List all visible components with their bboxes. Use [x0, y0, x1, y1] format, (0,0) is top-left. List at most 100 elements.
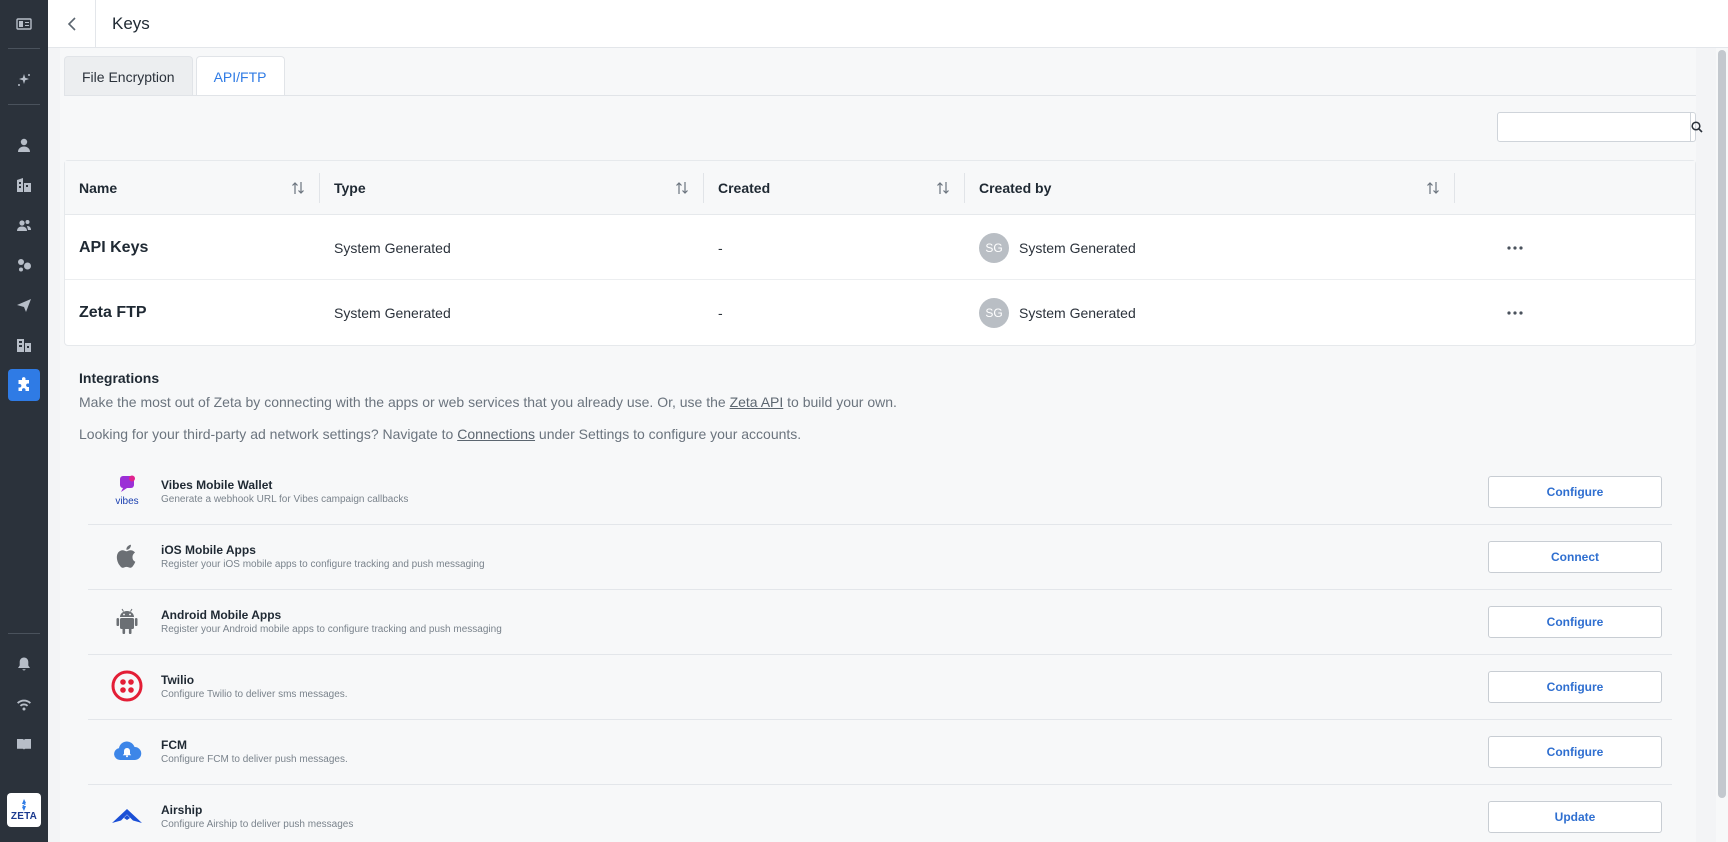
- key-created: -: [718, 239, 723, 256]
- column-header-created-by[interactable]: Created by: [979, 161, 1051, 215]
- avatar: SG: [979, 232, 1009, 263]
- sidebar-divider: [8, 633, 40, 634]
- connections-link[interactable]: Connections: [457, 426, 535, 442]
- integrations-description: Make the most out of Zeta by connecting …: [79, 394, 897, 410]
- integration-name: Airship: [161, 803, 203, 817]
- row-actions-button[interactable]: [1507, 215, 1523, 280]
- sidebar-divider: [8, 48, 40, 49]
- more-horizontal-icon: [1507, 245, 1523, 250]
- description-text: Make the most out of Zeta by connecting …: [79, 394, 730, 410]
- column-header-name[interactable]: Name: [79, 161, 117, 215]
- column-divider: [319, 173, 320, 203]
- sparkle-icon[interactable]: [8, 64, 40, 96]
- integration-name: Android Mobile Apps: [161, 608, 282, 622]
- search-input[interactable]: [1498, 113, 1690, 141]
- android-icon: [110, 604, 144, 638]
- zeta-logo-mark-icon: [22, 798, 26, 811]
- column-divider: [1454, 173, 1455, 203]
- integration-name: Vibes Mobile Wallet: [161, 478, 273, 492]
- zeta-logo-text: ZETA: [10, 810, 38, 822]
- sidebar-divider: [8, 104, 40, 105]
- integration-description: Configure FCM to deliver push messages.: [161, 754, 348, 765]
- ad-network-description: Looking for your third-party ad network …: [79, 426, 801, 442]
- key-created-by: SG System Generated: [979, 215, 1136, 280]
- page-header: Keys: [48, 0, 1728, 48]
- created-by-name: System Generated: [1019, 239, 1136, 256]
- integration-description: Register your Android mobile apps to con…: [161, 624, 502, 635]
- main-content: File Encryption API/FTP Name Type Create…: [60, 48, 1703, 842]
- building-icon[interactable]: [8, 169, 40, 201]
- integration-item-fcm: FCM Configure FCM to deliver push messag…: [88, 720, 1672, 785]
- key-type: System Generated: [334, 239, 451, 256]
- key-name[interactable]: API Keys: [79, 215, 148, 280]
- airship-icon: [110, 799, 144, 833]
- integration-name: iOS Mobile Apps: [161, 543, 256, 557]
- table-row[interactable]: API Keys System Generated - SG System Ge…: [65, 215, 1695, 280]
- column-header-type[interactable]: Type: [334, 161, 366, 215]
- sidebar: ZETA: [0, 0, 48, 842]
- apple-icon: [110, 539, 144, 573]
- audience-icon[interactable]: [8, 209, 40, 241]
- puzzle-icon[interactable]: [8, 369, 40, 401]
- table-header: Name Type Created Created by: [65, 161, 1695, 215]
- back-button[interactable]: [48, 0, 96, 48]
- integration-item-vibes: vibes Vibes Mobile Wallet Generate a web…: [88, 460, 1672, 525]
- integration-description: Generate a webhook URL for Vibes campaig…: [161, 494, 409, 505]
- search-box: [1497, 112, 1703, 142]
- ios-connect-button[interactable]: Connect: [1488, 541, 1662, 573]
- column-divider: [703, 173, 704, 203]
- segments-icon[interactable]: [8, 249, 40, 281]
- integration-name: Twilio: [161, 673, 195, 687]
- chevron-left-icon: [67, 17, 76, 31]
- integration-description: Register your iOS mobile apps to configu…: [161, 559, 485, 570]
- sort-icon[interactable]: [675, 180, 689, 196]
- sort-icon[interactable]: [291, 180, 305, 196]
- keys-table: Name Type Created Created by API Keys Sy…: [64, 160, 1696, 346]
- tab-file-encryption[interactable]: File Encryption: [64, 56, 193, 96]
- send-icon[interactable]: [8, 289, 40, 321]
- tab-bar: File Encryption API/FTP: [64, 56, 288, 96]
- table-row[interactable]: Zeta FTP System Generated - SG System Ge…: [65, 280, 1695, 345]
- integration-item-ios: iOS Mobile Apps Register your iOS mobile…: [88, 525, 1672, 590]
- android-configure-button[interactable]: Configure: [1488, 606, 1662, 638]
- search-button[interactable]: [1690, 113, 1703, 141]
- book-icon[interactable]: [8, 728, 40, 760]
- twilio-icon: [110, 669, 144, 703]
- column-divider: [964, 173, 965, 203]
- airship-update-button[interactable]: Update: [1488, 801, 1662, 833]
- scrollbar[interactable]: [1716, 48, 1728, 842]
- bell-icon[interactable]: [8, 648, 40, 680]
- tab-divider: [64, 95, 1696, 96]
- page-title: Keys: [112, 14, 150, 33]
- key-name[interactable]: Zeta FTP: [79, 280, 147, 345]
- twilio-configure-button[interactable]: Configure: [1488, 671, 1662, 703]
- description-text: under Settings to configure your account…: [535, 426, 802, 442]
- signal-icon[interactable]: [8, 688, 40, 720]
- person-icon[interactable]: [8, 129, 40, 161]
- integration-description: Configure Twilio to deliver sms messages…: [161, 689, 348, 700]
- row-actions-button[interactable]: [1507, 280, 1523, 345]
- scrollbar-thumb[interactable]: [1718, 50, 1726, 798]
- panel-toggle-icon[interactable]: [8, 8, 40, 40]
- zeta-logo[interactable]: ZETA: [7, 793, 41, 827]
- tab-api-ftp[interactable]: API/FTP: [195, 56, 285, 96]
- integration-item-twilio: Twilio Configure Twilio to deliver sms m…: [88, 655, 1672, 720]
- integration-item-airship: Airship Configure Airship to deliver pus…: [88, 785, 1672, 842]
- fcm-configure-button[interactable]: Configure: [1488, 736, 1662, 768]
- description-text: Looking for your third-party ad network …: [79, 426, 458, 442]
- sort-icon[interactable]: [936, 180, 950, 196]
- zeta-api-link[interactable]: Zeta API: [730, 394, 784, 410]
- integrations-list: vibes Vibes Mobile Wallet Generate a web…: [88, 460, 1672, 842]
- key-type: System Generated: [334, 304, 451, 321]
- fcm-cloud-icon: [110, 734, 144, 768]
- column-header-created[interactable]: Created: [718, 161, 770, 215]
- integrations-title: Integrations: [79, 370, 160, 386]
- vibes-logo-text: vibes: [115, 496, 138, 507]
- created-by-name: System Generated: [1019, 304, 1136, 321]
- org-icon[interactable]: [8, 329, 40, 361]
- sort-icon[interactable]: [1426, 180, 1440, 196]
- integration-name: FCM: [161, 738, 187, 752]
- integration-item-android: Android Mobile Apps Register your Androi…: [88, 590, 1672, 655]
- key-created: -: [718, 304, 723, 321]
- vibes-configure-button[interactable]: Configure: [1488, 476, 1662, 508]
